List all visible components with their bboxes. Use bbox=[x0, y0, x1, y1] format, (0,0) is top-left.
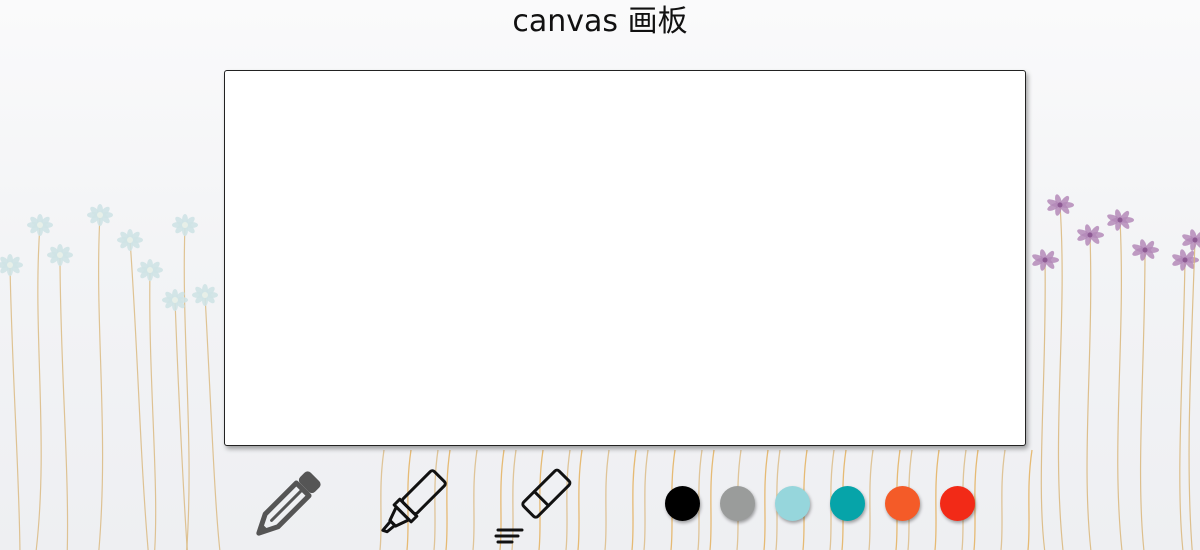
color-swatch-black[interactable] bbox=[665, 486, 700, 521]
drawing-canvas[interactable] bbox=[225, 71, 1025, 445]
drawing-board[interactable] bbox=[224, 70, 1026, 446]
marker-pen-tool-button[interactable] bbox=[366, 464, 452, 550]
page-title: canvas 画板 bbox=[512, 4, 688, 39]
pencil-tool-button[interactable] bbox=[242, 464, 328, 550]
eraser-icon bbox=[494, 468, 572, 544]
color-swatch-teal[interactable] bbox=[830, 486, 865, 521]
eraser-tool-button[interactable] bbox=[492, 464, 578, 550]
color-swatch-orange[interactable] bbox=[885, 486, 920, 521]
color-swatch-red[interactable] bbox=[940, 486, 975, 521]
pencil-icon bbox=[256, 471, 321, 536]
color-swatch-gray[interactable] bbox=[720, 486, 755, 521]
color-swatch-light-cyan[interactable] bbox=[775, 486, 810, 521]
marker-pen-icon bbox=[381, 469, 447, 534]
